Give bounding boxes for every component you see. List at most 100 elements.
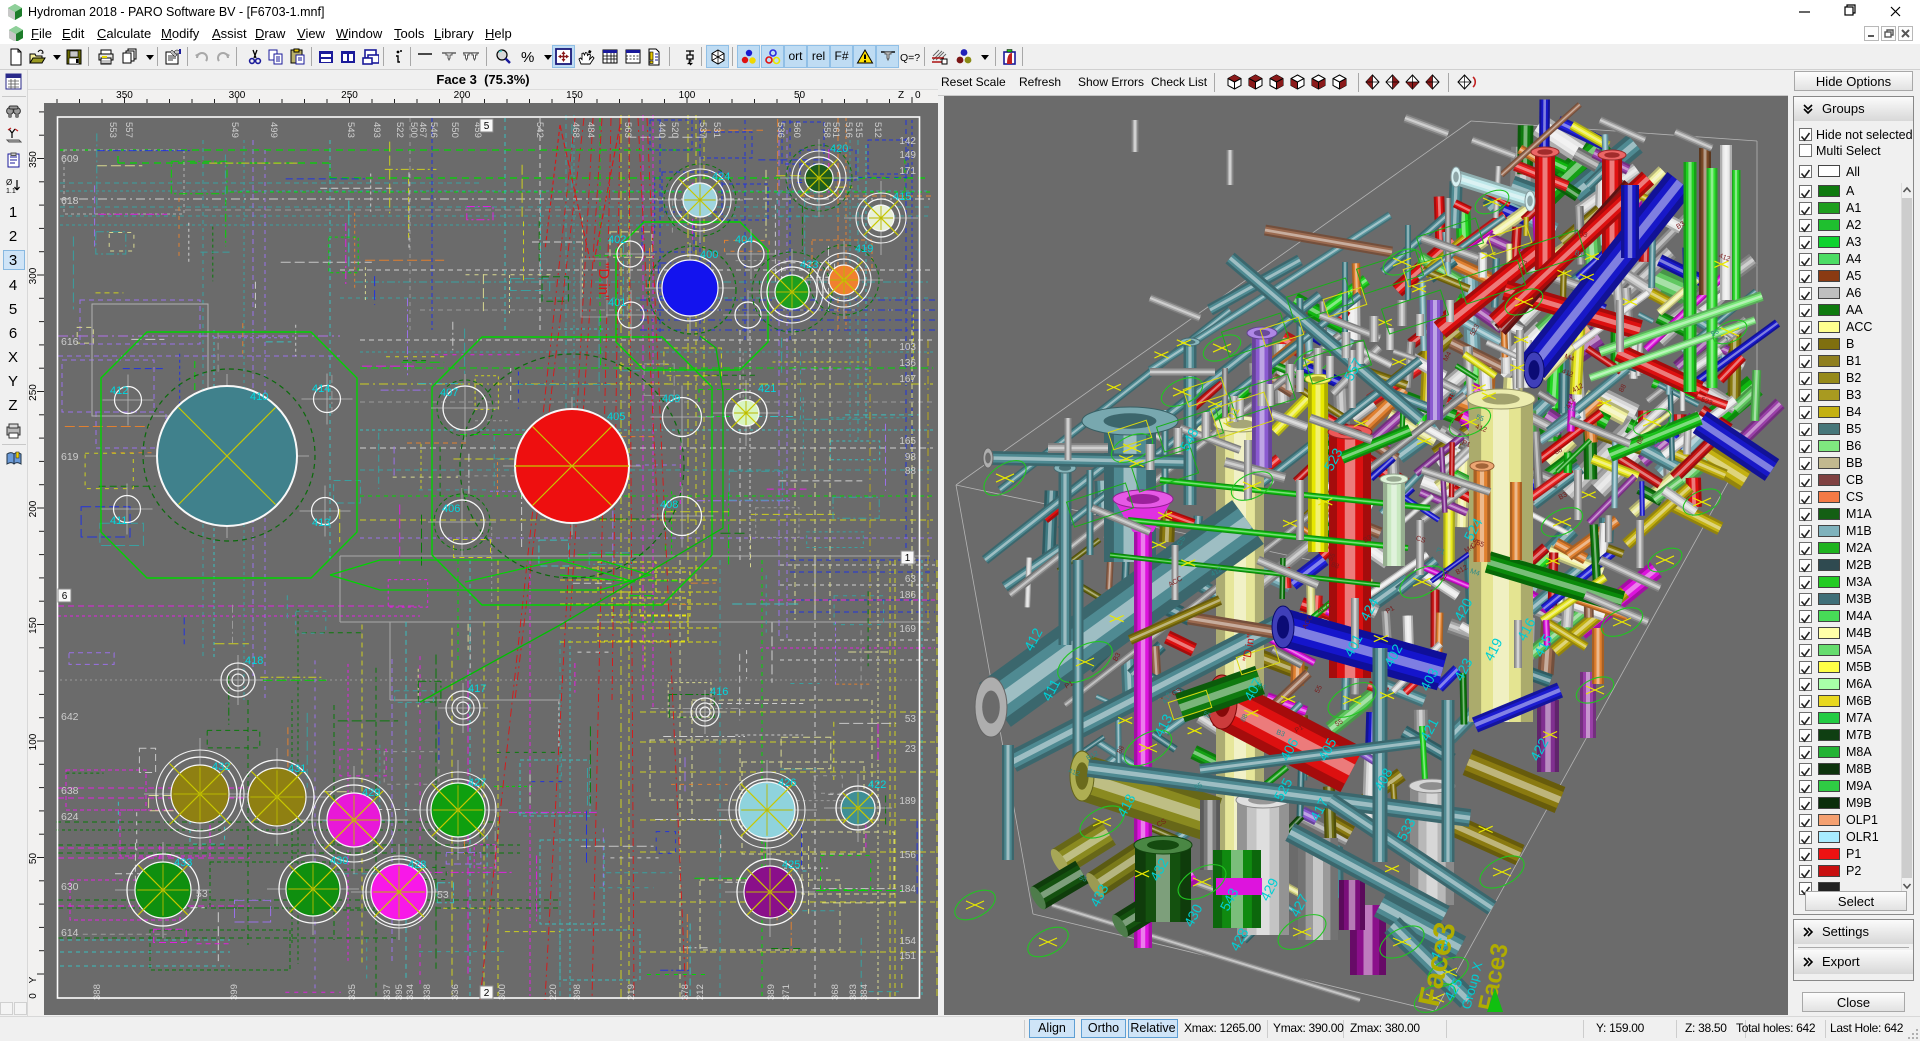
svg-text:408: 408	[660, 499, 678, 511]
svg-text:413: 413	[312, 517, 330, 529]
svg-text:402: 402	[608, 234, 626, 246]
svg-text:88: 88	[905, 466, 917, 477]
svg-text:154: 154	[899, 936, 916, 947]
svg-text:520: 520	[669, 122, 680, 138]
svg-text:350: 350	[28, 151, 39, 168]
svg-text:614: 614	[61, 927, 79, 939]
svg-text:53: 53	[437, 889, 449, 901]
svg-text:5: 5	[484, 121, 490, 132]
svg-text:557: 557	[123, 122, 134, 138]
svg-text:412: 412	[110, 385, 128, 397]
svg-text:189: 189	[899, 796, 916, 807]
svg-text:142: 142	[899, 136, 916, 147]
svg-text:Q=?: Q=?	[900, 52, 920, 64]
svg-text:609: 609	[61, 153, 79, 165]
svg-text:Z: Z	[898, 90, 904, 101]
svg-text:100: 100	[28, 733, 39, 750]
svg-text:421: 421	[758, 383, 776, 395]
svg-text:411: 411	[110, 515, 128, 527]
svg-text:0: 0	[28, 993, 39, 999]
svg-text:300: 300	[28, 267, 39, 284]
svg-text:536: 536	[775, 122, 786, 138]
svg-text:467: 467	[417, 122, 428, 138]
svg-text:512: 512	[872, 122, 883, 138]
svg-text:186: 186	[899, 590, 916, 601]
svg-text:200: 200	[454, 90, 471, 101]
svg-text:167: 167	[899, 374, 916, 385]
svg-text:150: 150	[28, 617, 39, 634]
svg-text:560: 560	[791, 122, 802, 138]
svg-text:406: 406	[442, 503, 460, 515]
svg-text:522: 522	[394, 122, 405, 138]
svg-text:405: 405	[607, 411, 625, 423]
svg-text:416: 416	[710, 686, 728, 698]
svg-text:151: 151	[899, 951, 916, 962]
svg-text:410: 410	[250, 391, 268, 403]
svg-text:0: 0	[915, 90, 921, 101]
svg-text:407: 407	[440, 387, 458, 399]
svg-text:53: 53	[196, 888, 208, 900]
svg-text:425: 425	[782, 859, 800, 871]
svg-text:419: 419	[855, 243, 873, 255]
svg-text:418: 418	[245, 655, 263, 667]
svg-text:98: 98	[905, 452, 917, 463]
svg-text:165: 165	[899, 436, 916, 447]
svg-text:250: 250	[341, 90, 358, 101]
svg-text:553: 553	[107, 122, 118, 138]
svg-text:499: 499	[268, 122, 279, 138]
svg-text:Ø: Ø	[6, 178, 12, 187]
svg-text:427: 427	[468, 777, 486, 789]
svg-text:2: 2	[484, 988, 490, 999]
svg-text:200: 200	[28, 500, 39, 517]
svg-text:468: 468	[570, 122, 581, 138]
svg-text:63: 63	[905, 574, 917, 585]
svg-text:493: 493	[371, 122, 382, 138]
svg-text:423: 423	[800, 259, 818, 271]
svg-text:156: 156	[899, 850, 916, 861]
svg-text:%: %	[521, 49, 534, 66]
svg-text:561: 561	[830, 122, 841, 138]
svg-text:136: 136	[899, 358, 916, 369]
svg-text:414: 414	[312, 383, 330, 395]
svg-text:184: 184	[899, 884, 916, 895]
svg-text:50: 50	[794, 90, 806, 101]
svg-text:409: 409	[662, 393, 680, 405]
svg-text:546: 546	[428, 122, 439, 138]
svg-text:531: 531	[711, 122, 722, 138]
svg-text:300: 300	[229, 90, 246, 101]
svg-text:23: 23	[905, 744, 917, 755]
svg-text:400: 400	[700, 249, 718, 261]
svg-text:638: 638	[61, 785, 79, 797]
svg-text:433: 433	[174, 857, 192, 869]
svg-text:103: 103	[899, 342, 916, 353]
svg-text:429: 429	[362, 787, 380, 799]
svg-text:53: 53	[905, 714, 917, 725]
svg-text:420: 420	[830, 143, 848, 155]
svg-text:484: 484	[585, 122, 596, 138]
svg-text:550: 550	[449, 122, 460, 138]
svg-text:426: 426	[778, 777, 796, 789]
svg-text:415: 415	[893, 191, 911, 203]
svg-text:432: 432	[212, 761, 230, 773]
svg-text:430: 430	[330, 855, 348, 867]
svg-text:150: 150	[566, 90, 583, 101]
svg-text:563: 563	[622, 122, 633, 138]
svg-text:"D in": "D in"	[595, 263, 612, 300]
svg-text:404: 404	[735, 234, 753, 246]
svg-text:169: 169	[899, 624, 916, 635]
svg-text:417: 417	[468, 683, 486, 695]
svg-text:642: 642	[61, 711, 79, 723]
svg-text:542: 542	[534, 122, 545, 138]
svg-text:100: 100	[679, 90, 696, 101]
svg-text:543: 543	[345, 122, 356, 138]
svg-text:1: 1	[905, 553, 911, 564]
svg-text:428: 428	[408, 859, 426, 871]
svg-text:431: 431	[288, 763, 306, 775]
svg-text:618: 618	[61, 195, 79, 207]
svg-text:440: 440	[656, 122, 667, 138]
svg-text:424: 424	[712, 171, 730, 183]
svg-text:401: 401	[608, 297, 626, 309]
svg-text:422: 422	[868, 779, 886, 791]
svg-text:624: 624	[61, 811, 79, 823]
svg-text:171: 171	[899, 166, 916, 177]
